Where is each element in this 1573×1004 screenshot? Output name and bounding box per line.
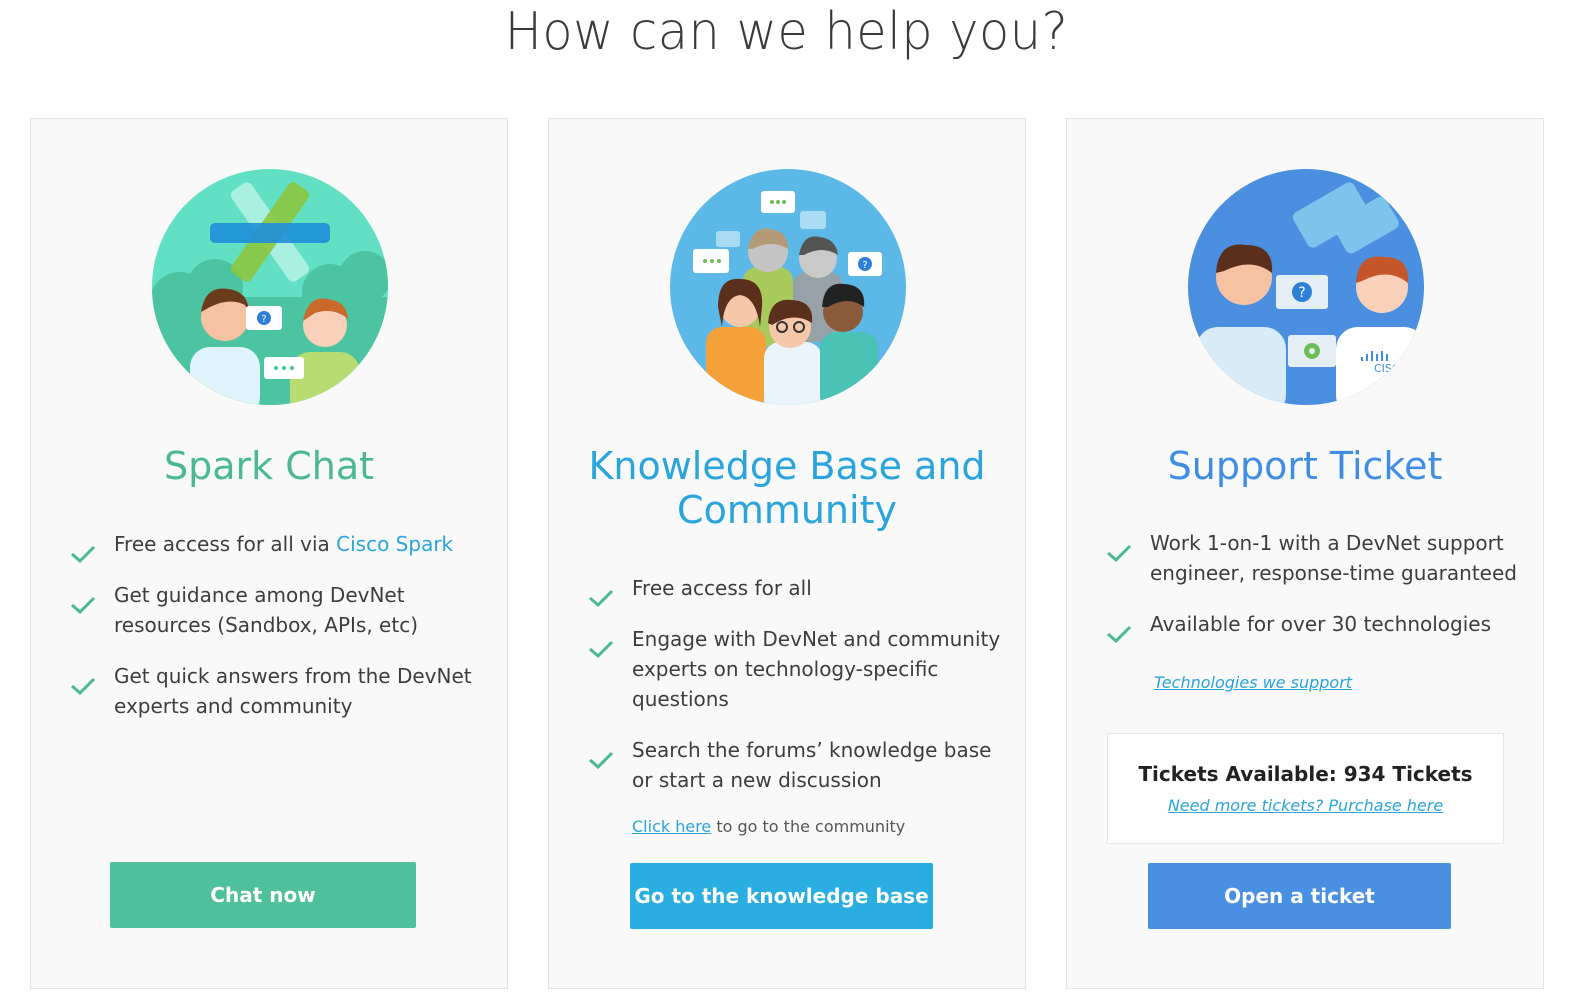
- community-note: Click here to go to the community: [632, 816, 905, 838]
- feature-text: Available for over 30 technologies: [1150, 612, 1492, 636]
- feature-text: Engage with DevNet and community experts…: [632, 627, 1001, 711]
- checkmark-icon: [589, 751, 614, 770]
- list-item: Get guidance among DevNet resources (San…: [69, 580, 489, 640]
- page-title: How can we help you?: [504, 2, 1069, 62]
- open-ticket-button[interactable]: Open a ticket: [1148, 863, 1451, 929]
- support-ticket-title: Support Ticket: [1167, 444, 1443, 488]
- ticket-info-box: Tickets Available: 934 Tickets Need more…: [1107, 733, 1504, 844]
- feature-text: Get quick answers from the DevNet expert…: [114, 664, 472, 718]
- checkmark-icon: [71, 545, 96, 564]
- technologies-link[interactable]: Technologies we support: [1154, 673, 1352, 692]
- feature-text: Work 1-on-1 with a DevNet support engine…: [1150, 531, 1517, 585]
- list-item: Get quick answers from the DevNet expert…: [69, 661, 489, 721]
- knowledge-base-button[interactable]: Go to the knowledge base: [630, 863, 933, 929]
- feature-text: Search the forums’ knowledge base or sta…: [632, 738, 992, 792]
- list-item: Available for over 30 technologies: [1105, 609, 1525, 644]
- feature-text: Free access for all: [632, 576, 812, 600]
- knowledge-base-card: ? Knowledge Base and Community Free acce…: [548, 118, 1026, 989]
- checkmark-icon: [589, 589, 614, 608]
- support-ticket-card: CISCO ? Support Ticket Work 1-on-1 with …: [1066, 118, 1544, 989]
- list-item: Work 1-on-1 with a DevNet support engine…: [1105, 528, 1525, 588]
- spark-chat-title: Spark Chat: [163, 444, 375, 488]
- checkmark-icon: [71, 596, 96, 615]
- knowledge-base-features: Free access for all Engage with DevNet a…: [587, 573, 1007, 816]
- checkmark-icon: [589, 640, 614, 659]
- spark-chat-features: Free access for all via Cisco Spark Get …: [69, 529, 489, 742]
- svg-text:?: ?: [261, 314, 266, 325]
- knowledge-base-title: Knowledge Base and Community: [588, 444, 986, 532]
- community-illustration: ?: [670, 169, 906, 405]
- list-item: Free access for all via Cisco Spark: [69, 529, 489, 564]
- community-note-text: to go to the community: [711, 817, 906, 836]
- cisco-logo-text: CISCO: [1374, 362, 1409, 375]
- support-ticket-features: Work 1-on-1 with a DevNet support engine…: [1105, 528, 1525, 660]
- feature-text: Get guidance among DevNet resources (San…: [114, 583, 418, 637]
- list-item: Free access for all: [587, 573, 1007, 608]
- svg-text:?: ?: [862, 260, 867, 271]
- checkmark-icon: [1107, 625, 1132, 644]
- tickets-available-label: Tickets Available: 934 Tickets: [1138, 762, 1473, 786]
- list-item: Search the forums’ knowledge base or sta…: [587, 735, 1007, 795]
- svg-text:?: ?: [1298, 285, 1305, 301]
- click-here-link[interactable]: Click here: [632, 817, 711, 836]
- checkmark-icon: [71, 677, 96, 696]
- support-ticket-illustration: CISCO ?: [1188, 169, 1424, 405]
- purchase-tickets-link[interactable]: Need more tickets? Purchase here: [1168, 796, 1443, 815]
- chat-now-button[interactable]: Chat now: [110, 862, 416, 928]
- cisco-spark-link[interactable]: Cisco Spark: [336, 532, 453, 556]
- spark-chat-illustration: ?: [152, 169, 388, 405]
- checkmark-icon: [1107, 544, 1132, 563]
- list-item: Engage with DevNet and community experts…: [587, 624, 1007, 714]
- feature-text: Free access for all via: [114, 532, 337, 556]
- spark-chat-card: ? Spark Chat Free access for all via Cis…: [30, 118, 508, 989]
